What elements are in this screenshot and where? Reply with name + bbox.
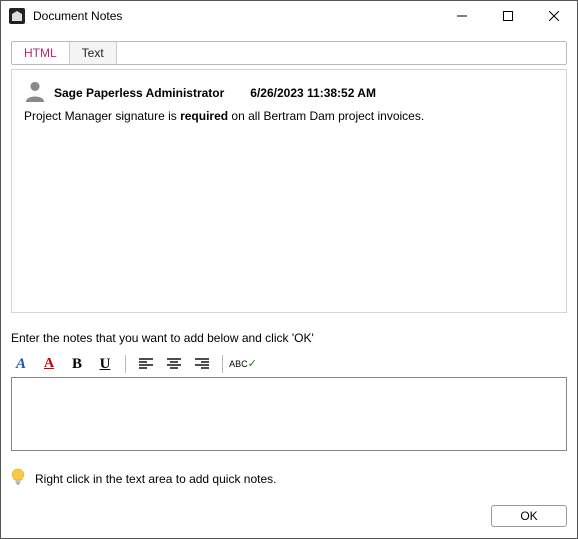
toolbar-divider [125,355,126,373]
editor-toolbar: A A B U [11,353,567,375]
note-body-bold: required [180,109,228,123]
align-center-button[interactable] [164,354,184,374]
underline-button[interactable]: U [95,354,115,374]
footer: OK [11,505,567,527]
tip-text: Right click in the text area to add quic… [35,472,276,486]
tab-html[interactable]: HTML [12,42,70,64]
bold-button[interactable]: B [67,354,87,374]
tab-text[interactable]: Text [70,42,117,64]
instruction-label: Enter the notes that you want to add bel… [11,331,567,345]
spellcheck-abc-label: ABC [229,360,248,368]
content-area: HTML Text Sage Paperless Administrator 6… [1,31,577,535]
check-icon: ✓ [248,360,257,368]
note-timestamp: 6/26/2023 11:38:52 AM [250,86,376,100]
note-body: Project Manager signature is required on… [24,109,554,124]
align-left-button[interactable] [136,354,156,374]
note-body-suffix: on all Bertram Dam project invoices. [228,109,424,123]
titlebar: Document Notes [1,1,577,31]
close-button[interactable] [531,1,577,31]
font-style-button[interactable]: A [11,354,31,374]
note-author: Sage Paperless Administrator [54,86,224,100]
lightbulb-icon [11,468,25,489]
maximize-button[interactable] [485,1,531,31]
toolbar-divider-2 [222,355,223,373]
tip-row: Right click in the text area to add quic… [11,468,567,489]
font-color-button[interactable]: A [39,354,59,374]
window-title: Document Notes [33,9,122,23]
spellcheck-button[interactable]: ABC ✓ [233,354,253,374]
align-right-button[interactable] [192,354,212,374]
note-header: Sage Paperless Administrator 6/26/2023 1… [24,80,554,105]
note-input[interactable] [11,377,567,451]
person-icon [24,80,46,105]
note-display-panel: Sage Paperless Administrator 6/26/2023 1… [11,69,567,313]
app-icon [9,8,25,24]
tab-bar: HTML Text [11,41,567,65]
note-body-prefix: Project Manager signature is [24,109,180,123]
ok-button[interactable]: OK [491,505,567,527]
minimize-button[interactable] [439,1,485,31]
